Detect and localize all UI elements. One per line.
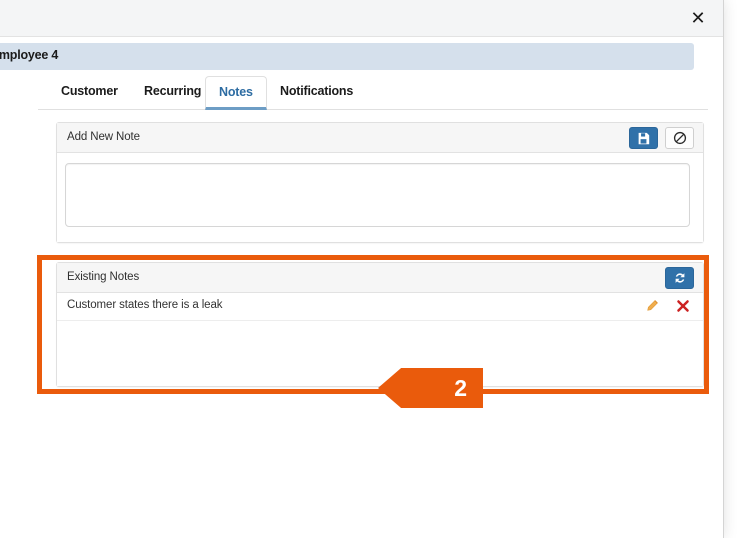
delete-note-button[interactable] [674,297,692,315]
table-row: Customer states there is a leak [57,293,703,321]
tab-notifications[interactable]: Notifications [267,76,366,109]
cancel-note-button[interactable] [665,127,694,149]
add-new-note-panel: Add New Note [56,122,704,243]
add-new-note-body [57,153,703,242]
edit-note-button[interactable] [643,297,661,315]
tab-bar: Customer Recurring Notes Notifications [38,76,708,110]
tab-recurring[interactable]: Recurring [131,76,214,109]
close-icon[interactable]: ✕ [686,7,710,31]
save-note-button[interactable] [629,127,658,149]
red-x-delete-icon [676,299,690,313]
tab-customer[interactable]: Customer [48,76,131,109]
note-text: Customer states there is a leak [67,299,222,311]
employee-modal-dialog: ✕ h Employee 4 Customer Recurring Notes … [0,0,724,538]
prohibited-cancel-icon [673,131,687,145]
floppy-disk-save-icon [637,132,650,145]
existing-notes-panel: Existing Notes Customer states there is … [56,262,704,387]
pencil-edit-icon [645,299,659,313]
modal-titlebar: ✕ [0,0,723,37]
add-new-note-title: Add New Note [67,131,140,143]
screen-root: ✕ h Employee 4 Customer Recurring Notes … [0,0,737,538]
page-title: h Employee 4 [0,43,694,70]
existing-notes-header: Existing Notes [57,263,703,293]
refresh-sync-icon [673,271,687,285]
refresh-notes-button[interactable] [665,267,694,289]
existing-notes-body: Customer states there is a leak [57,293,703,386]
new-note-textarea[interactable] [65,163,690,227]
tab-notes[interactable]: Notes [205,76,267,110]
add-new-note-header: Add New Note [57,123,703,153]
existing-notes-title: Existing Notes [67,271,139,283]
